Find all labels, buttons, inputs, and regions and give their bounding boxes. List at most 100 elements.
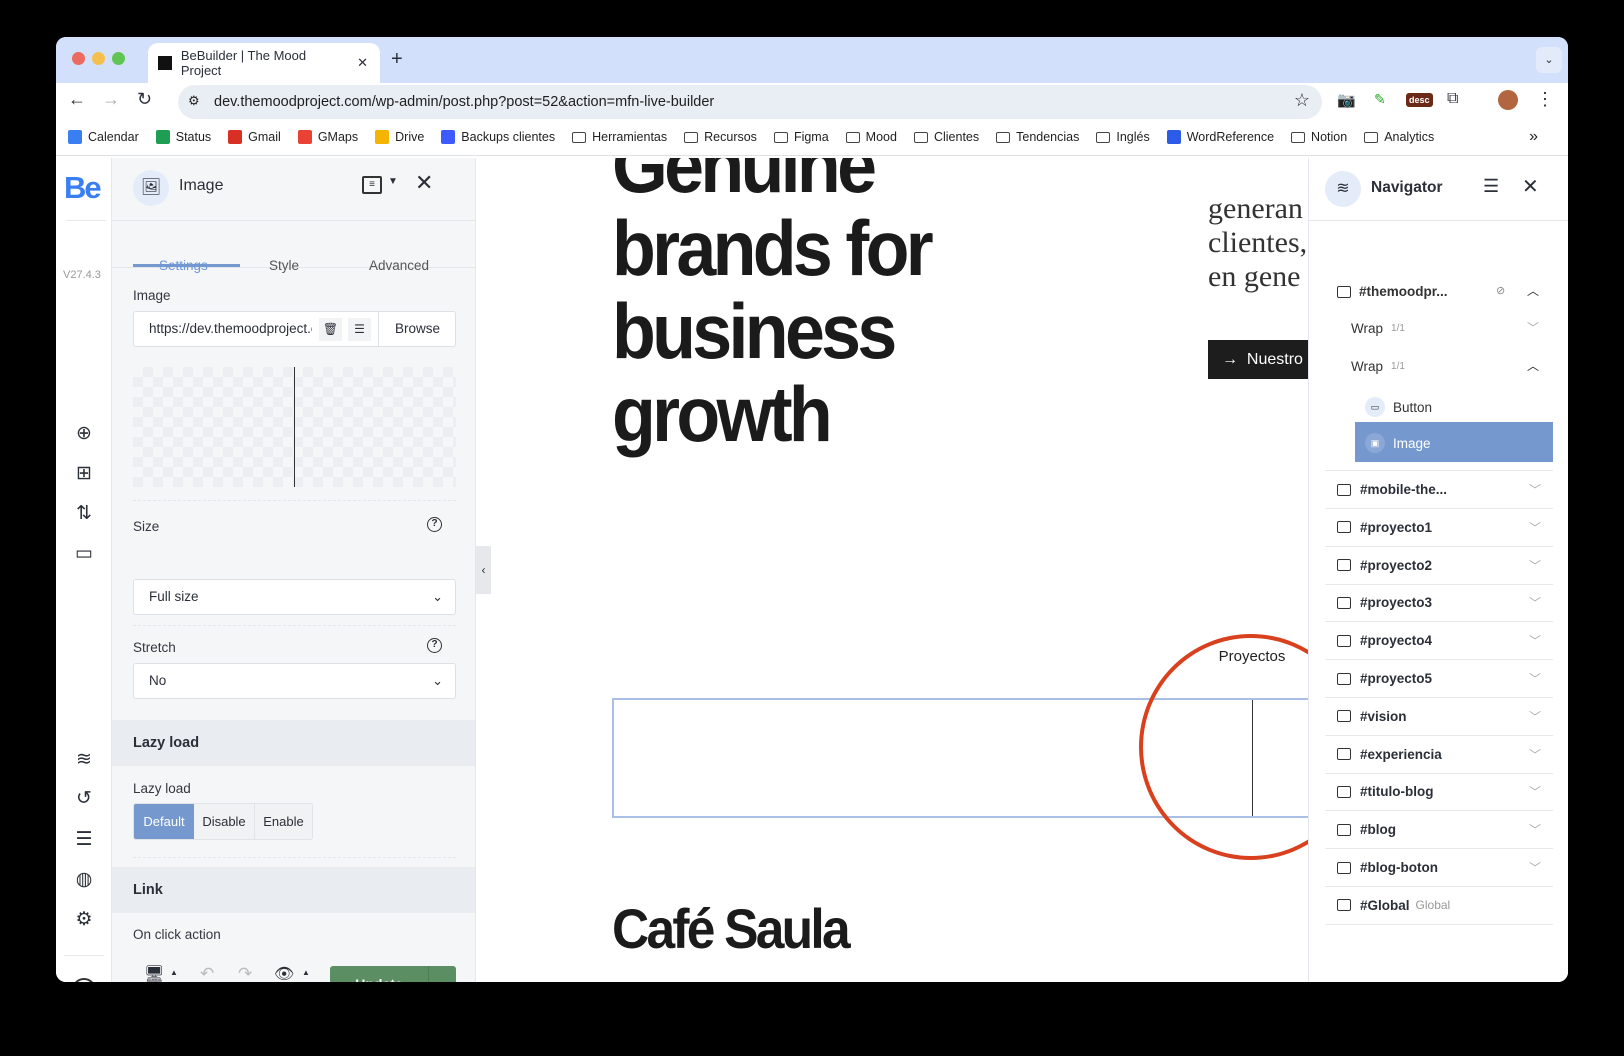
browser-menu-icon[interactable]: ⋮ — [1536, 89, 1554, 110]
pen-extension-icon[interactable]: ✎ — [1374, 91, 1386, 108]
chevron-down-icon[interactable]: ﹀ — [1529, 783, 1541, 800]
history-icon[interactable]: ↺ — [72, 787, 96, 811]
nav-section-item[interactable]: #proyecto5 ﹀ — [1325, 660, 1553, 698]
undo-icon[interactable]: ↶ — [200, 964, 214, 982]
settings-gear-icon[interactable]: ⚙ — [72, 908, 96, 932]
nav-section-item[interactable]: #blog ﹀ — [1325, 811, 1553, 850]
close-tab-icon[interactable]: ✕ — [357, 55, 368, 71]
nav-section-item[interactable]: #mobile-the... ﹀ — [1325, 471, 1553, 509]
stretch-help-icon[interactable]: ? — [427, 638, 442, 653]
lazy-disable-option[interactable]: Disable — [194, 804, 255, 839]
browser-tab[interactable]: BeBuilder | The Mood Project ✕ — [148, 43, 380, 83]
tab-search-chevron-icon[interactable]: ⌄ — [1536, 47, 1562, 73]
lazy-default-option[interactable]: Default — [134, 804, 194, 839]
browse-button[interactable]: Browse — [378, 312, 456, 346]
update-options-icon[interactable]: ▲ — [428, 966, 456, 982]
bookmark-status[interactable]: Status — [155, 130, 211, 144]
stretch-select[interactable]: No ⌄ — [133, 663, 456, 699]
bookmark-wordreference[interactable]: WordReference — [1166, 130, 1274, 144]
nuestro-cta-button[interactable]: → Nuestro — [1208, 340, 1308, 379]
update-button[interactable]: Update ▲ — [330, 966, 456, 982]
image-url-input[interactable]: https://dev.themoodproject.com — [149, 321, 312, 336]
site-settings-icon[interactable]: ⚙ — [188, 93, 200, 109]
redo-icon[interactable]: ↷ — [238, 964, 252, 982]
nav-section-item[interactable]: #proyecto3 ﹀ — [1325, 584, 1553, 623]
nav-section-item[interactable]: #proyecto4 ﹀ — [1325, 622, 1553, 661]
nav-section-item[interactable]: #blog-boton ﹀ — [1325, 849, 1553, 887]
bookmark-backups-clientes[interactable]: Backups clientes — [441, 130, 555, 144]
preview-dropdown-icon[interactable]: ▲ — [302, 968, 310, 977]
bookmark-drive[interactable]: Drive — [375, 130, 424, 144]
bookmark-gmail[interactable]: Gmail — [228, 130, 281, 144]
chevron-down-icon[interactable]: ﹀ — [1529, 708, 1541, 725]
bookmark-calendar[interactable]: Calendar — [68, 130, 139, 144]
bookmark-gmaps[interactable]: GMaps — [297, 130, 358, 144]
chevron-down-icon[interactable]: ﹀ — [1529, 821, 1541, 838]
address-bar[interactable]: ⚙ dev.themoodproject.com/wp-admin/post.p… — [178, 85, 1322, 119]
chevron-down-icon[interactable]: ﹀ — [1529, 557, 1541, 574]
bookmarks-overflow-icon[interactable]: » — [1529, 128, 1538, 146]
close-window-button[interactable] — [72, 52, 85, 65]
nav-root-section[interactable]: #themoodpr... — [1337, 284, 1448, 299]
hidden-device-icon[interactable]: ⊘ — [1496, 284, 1505, 297]
link-section[interactable]: Link — [112, 867, 475, 913]
bookmark-tendencias[interactable]: Tendencias — [996, 130, 1079, 144]
collapse-panel-handle[interactable]: ‹ — [476, 546, 491, 594]
camera-icon[interactable]: 📷 — [1337, 91, 1356, 109]
lazy-load-section[interactable]: Lazy load — [112, 720, 475, 766]
chevron-down-icon[interactable]: ﹀ — [1527, 319, 1539, 336]
presets-dropdown-icon[interactable]: ▼ — [388, 176, 398, 187]
chevron-down-icon[interactable]: ﹀ — [1529, 859, 1541, 876]
presets-icon[interactable]: ≡ — [362, 176, 382, 194]
chevron-down-icon[interactable]: ﹀ — [1529, 481, 1541, 498]
maximize-window-button[interactable] — [112, 52, 125, 65]
globe-icon[interactable]: ◍ — [72, 868, 96, 892]
wordpress-icon[interactable]: W — [72, 978, 96, 982]
nav-section-item[interactable]: #proyecto2 ﹀ — [1325, 547, 1553, 585]
chevron-down-icon[interactable]: ﹀ — [1529, 670, 1541, 687]
minimize-window-button[interactable] — [92, 52, 105, 65]
size-select[interactable]: Full size ⌄ — [133, 579, 456, 615]
bookmark-mood[interactable]: Mood — [845, 130, 897, 144]
nav-section-item[interactable]: #experiencia ﹀ — [1325, 736, 1553, 774]
chevron-down-icon[interactable]: ﹀ — [1529, 594, 1541, 611]
add-section-icon[interactable]: ⊞ — [72, 462, 96, 486]
lazy-enable-option[interactable]: Enable — [255, 804, 312, 839]
bookmark-inglés[interactable]: Inglés — [1096, 130, 1150, 144]
bookmark-star-icon[interactable]: ☆ — [1294, 90, 1310, 111]
tab-settings[interactable]: Settings — [159, 258, 208, 273]
nav-wrap-item[interactable]: Wrap 1/1 — [1351, 359, 1405, 374]
size-help-icon[interactable]: ? — [427, 517, 442, 532]
chevron-up-icon[interactable]: ︿ — [1527, 357, 1539, 374]
chevron-down-icon[interactable]: ﹀ — [1529, 519, 1541, 536]
preview-eye-icon[interactable]: 👁 — [274, 964, 294, 982]
bookmark-clientes[interactable]: Clientes — [913, 130, 979, 144]
bookmark-herramientas[interactable]: Herramientas — [572, 130, 667, 144]
back-icon[interactable]: ← — [68, 89, 86, 110]
device-dropdown-icon[interactable]: ▲ — [170, 968, 178, 977]
chevron-down-icon[interactable]: ﹀ — [1529, 632, 1541, 649]
add-element-icon[interactable]: ⊕ — [72, 422, 96, 446]
bookmark-figma[interactable]: Figma — [773, 130, 829, 144]
bookmark-notion[interactable]: Notion — [1291, 130, 1347, 144]
close-navigator-icon[interactable]: ✕ — [1522, 174, 1539, 199]
image-preview[interactable] — [133, 367, 456, 487]
image-url-field[interactable]: https://dev.themoodproject.com 🗑 ☰ Brows… — [133, 311, 456, 347]
bookmark-analytics[interactable]: Analytics — [1364, 130, 1434, 144]
templates-icon[interactable]: ▭ — [72, 542, 96, 566]
nav-section-item[interactable]: #Global Global — [1325, 887, 1553, 925]
reload-icon[interactable]: ↻ — [137, 89, 152, 110]
delete-image-icon[interactable]: 🗑 — [319, 318, 342, 341]
nav-section-item[interactable]: #titulo-blog ﹀ — [1325, 773, 1553, 812]
nav-wrap-item[interactable]: Wrap 1/1 — [1351, 321, 1405, 336]
tab-style[interactable]: Style — [269, 258, 299, 273]
extensions-puzzle-icon[interactable]: ⧉ — [1447, 90, 1458, 108]
desc-extension-icon[interactable]: desc — [1406, 93, 1433, 107]
profile-avatar[interactable] — [1498, 90, 1518, 110]
collapse-all-icon[interactable]: ☰ — [1483, 176, 1499, 197]
chevron-down-icon[interactable]: ﹀ — [1529, 746, 1541, 763]
nav-section-item[interactable]: #proyecto1 ﹀ — [1325, 509, 1553, 547]
nav-button-item[interactable]: ▭ Button — [1365, 397, 1432, 417]
nav-image-item-selected[interactable]: ▣ Image — [1355, 422, 1553, 462]
options-sliders-icon[interactable]: ☰ — [72, 828, 96, 852]
